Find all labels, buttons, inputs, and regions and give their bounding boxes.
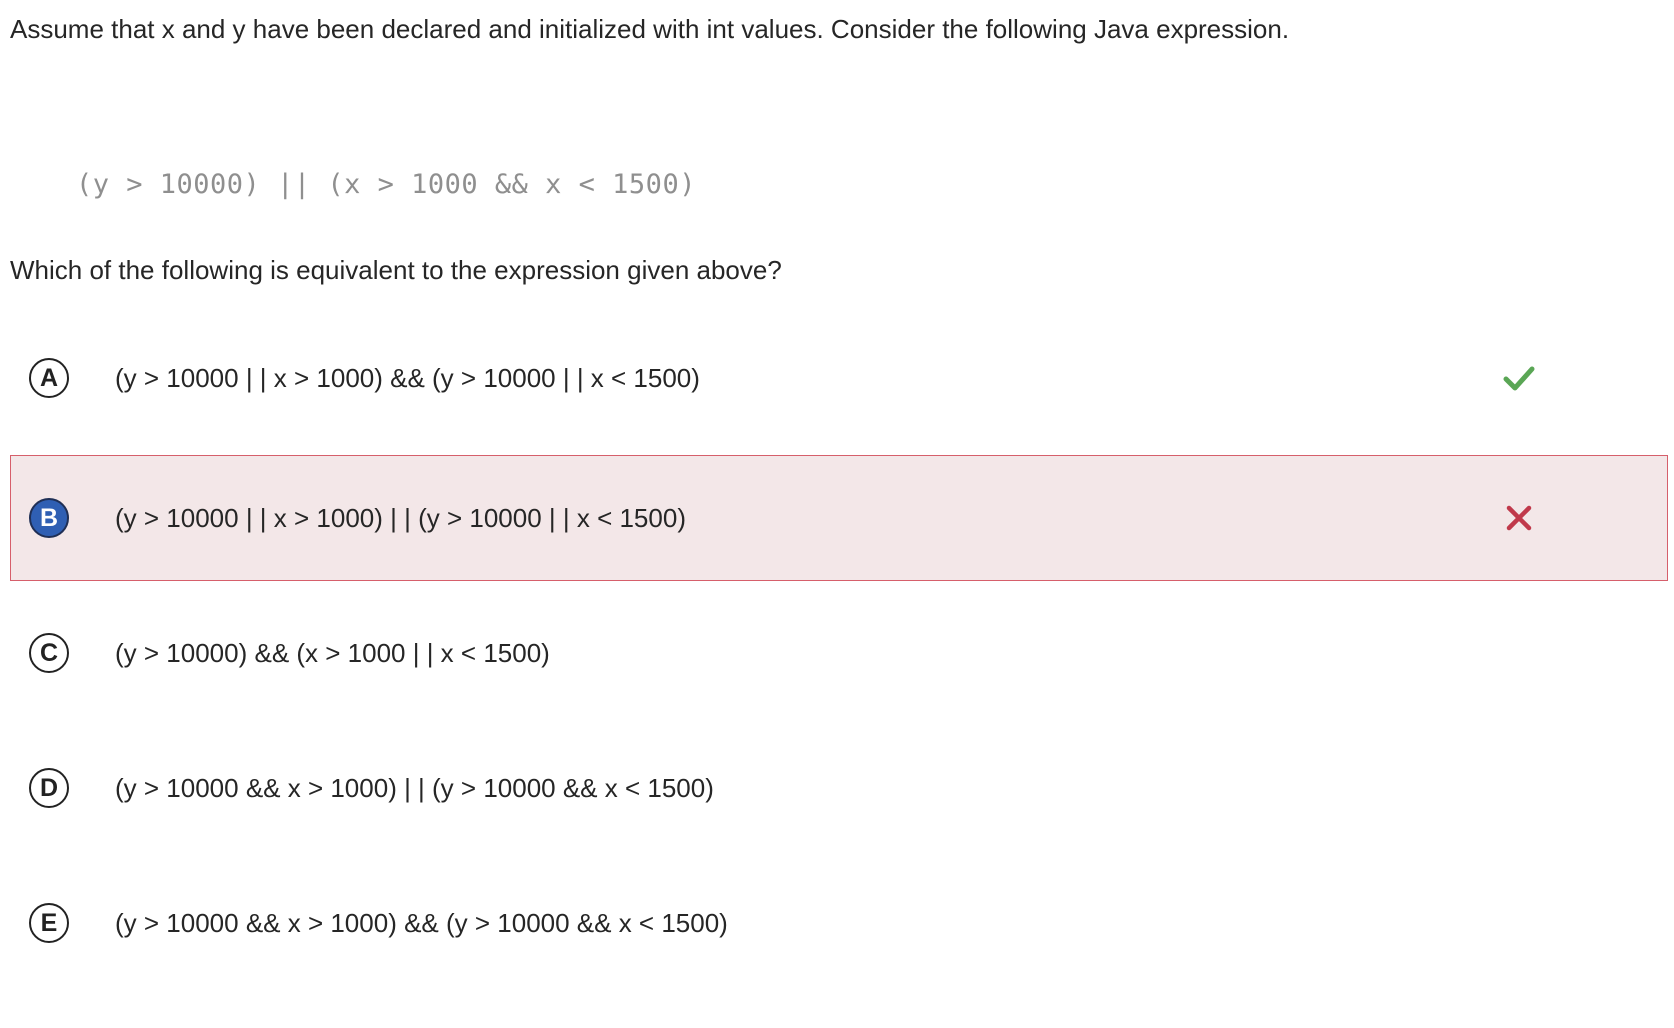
- choice-a[interactable]: A (y > 10000 | | x > 1000) && (y > 10000…: [10, 315, 1668, 441]
- choice-text: (y > 10000 | | x > 1000) | | (y > 10000 …: [115, 503, 686, 533]
- choice-e[interactable]: E (y > 10000 && x > 1000) && (y > 10000 …: [10, 860, 1668, 986]
- choice-letter-badge: D: [29, 768, 69, 808]
- choice-letter-badge: C: [29, 633, 69, 673]
- choice-letter-badge: B: [29, 498, 69, 538]
- checkmark-icon: [1503, 366, 1535, 391]
- choice-letter-badge: E: [29, 903, 69, 943]
- choice-text: (y > 10000 && x > 1000) && (y > 10000 &&…: [115, 908, 728, 938]
- question-text: Which of the following is equivalent to …: [10, 255, 782, 285]
- choice-d[interactable]: D (y > 10000 && x > 1000) | | (y > 10000…: [10, 725, 1668, 851]
- choice-text: (y > 10000 && x > 1000) | | (y > 10000 &…: [115, 773, 714, 803]
- java-expression-code: (y > 10000) || (x > 1000 && x < 1500): [76, 169, 696, 200]
- choice-c[interactable]: C (y > 10000) && (x > 1000 | | x < 1500): [10, 590, 1668, 716]
- choice-text: (y > 10000) && (x > 1000 | | x < 1500): [115, 638, 550, 668]
- choice-text: (y > 10000 | | x > 1000) && (y > 10000 |…: [115, 363, 700, 393]
- choice-letter-badge: A: [29, 358, 69, 398]
- question-prompt: Assume that x and y have been declared a…: [10, 14, 1290, 44]
- choice-b[interactable]: B (y > 10000 | | x > 1000) | | (y > 1000…: [10, 455, 1668, 581]
- cross-icon: [1506, 505, 1532, 531]
